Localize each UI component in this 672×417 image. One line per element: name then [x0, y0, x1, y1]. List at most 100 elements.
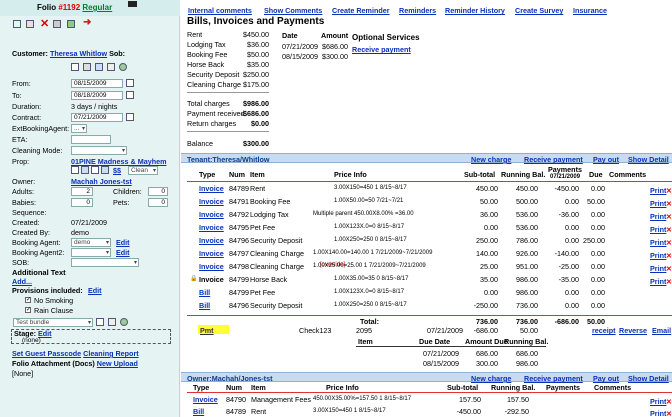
- print-icon[interactable]: [53, 20, 61, 28]
- globe-icon[interactable]: [119, 63, 127, 71]
- delete-icon[interactable]: ✕: [40, 17, 49, 30]
- delete-icon[interactable]: ✕: [666, 238, 672, 247]
- row-type-link[interactable]: Invoice: [199, 184, 224, 193]
- additional-add-link[interactable]: Add...: [12, 277, 32, 286]
- owner-link[interactable]: Machah Jones-tst: [71, 177, 132, 186]
- doc-icon[interactable]: [96, 318, 104, 326]
- sob-select[interactable]: [71, 258, 139, 267]
- owner-show-detail-link[interactable]: Show Detail: [628, 374, 669, 383]
- email-icon[interactable]: [108, 318, 116, 326]
- booking-agent-select[interactable]: demo: [71, 238, 111, 247]
- delete-icon[interactable]: ✕: [666, 212, 672, 221]
- from-input[interactable]: 08/15/2009: [71, 79, 123, 88]
- print-link[interactable]: Print: [650, 199, 666, 208]
- calendar-icon[interactable]: [126, 79, 134, 87]
- receive-payment-link[interactable]: Receive payment: [352, 45, 411, 54]
- booking-agent-edit-link[interactable]: Edit: [116, 238, 130, 247]
- delete-icon[interactable]: ✕: [666, 277, 672, 286]
- owner-row-type-link[interactable]: Bill: [193, 407, 204, 416]
- email-link[interactable]: Email: [652, 326, 671, 335]
- print-link[interactable]: Print: [650, 186, 666, 195]
- note-icon[interactable]: [107, 63, 115, 71]
- tenant-show-detail-link[interactable]: Show Detail: [628, 155, 669, 164]
- globe-icon[interactable]: [120, 318, 128, 326]
- row-type-link[interactable]: Invoice: [199, 210, 224, 219]
- print-link[interactable]: Print: [650, 212, 666, 221]
- contact-icon[interactable]: [95, 63, 103, 71]
- save-icon[interactable]: [67, 20, 75, 28]
- owner-receive-payment-link[interactable]: Receive payment: [524, 374, 583, 383]
- owner-new-charge-link[interactable]: New charge: [471, 374, 511, 383]
- adults-input[interactable]: 2: [71, 187, 93, 196]
- row-type-link[interactable]: Invoice: [199, 262, 224, 271]
- delete-icon[interactable]: ✕: [666, 251, 672, 260]
- doc-icon[interactable]: [71, 166, 79, 174]
- reverse-link[interactable]: Reverse: [619, 326, 647, 335]
- edit-icon[interactable]: [13, 20, 21, 28]
- children-input[interactable]: 0: [148, 187, 168, 196]
- tab-reminder-history[interactable]: Reminder History: [445, 6, 505, 15]
- tab-create-reminder[interactable]: Create Reminder: [332, 6, 390, 15]
- row-type-link[interactable]: Invoice: [199, 197, 224, 206]
- booking-agent2-edit-link[interactable]: Edit: [116, 248, 130, 257]
- rain-clause-checkbox[interactable]: ✓: [25, 307, 31, 313]
- image-icon[interactable]: [101, 166, 109, 174]
- customer-name-link[interactable]: Theresa Whitlow: [50, 49, 107, 58]
- row-type-link[interactable]: Bill: [199, 301, 210, 310]
- calendar-icon[interactable]: [126, 113, 134, 121]
- booking-agent2-select[interactable]: [71, 248, 111, 257]
- monitor-icon[interactable]: [128, 1, 137, 7]
- note-icon[interactable]: [91, 166, 99, 174]
- new-upload-link[interactable]: New Upload: [97, 359, 138, 368]
- contract-input[interactable]: 07/21/2009: [71, 113, 123, 122]
- print-link[interactable]: Print: [650, 397, 666, 406]
- row-type-link[interactable]: Bill: [199, 288, 210, 297]
- delete-icon[interactable]: ✕: [666, 199, 672, 208]
- price-link[interactable]: $$: [113, 166, 121, 175]
- calendar-icon[interactable]: [126, 91, 134, 99]
- row-type-link[interactable]: Invoice: [199, 236, 224, 245]
- print-link[interactable]: Print: [650, 225, 666, 234]
- delete-icon[interactable]: ✕: [666, 225, 672, 234]
- provisions-edit-link[interactable]: Edit: [88, 286, 102, 295]
- pets-input[interactable]: 0: [148, 198, 168, 207]
- print-link[interactable]: Print: [650, 238, 666, 247]
- babies-input[interactable]: 0: [71, 198, 93, 207]
- bundle-select[interactable]: Test bundle: [13, 318, 93, 327]
- set-passcode-link[interactable]: Set Guest Passcode: [12, 349, 81, 358]
- no-smoking-checkbox[interactable]: ✓: [25, 297, 31, 303]
- row-type-link[interactable]: Invoice: [199, 223, 224, 232]
- arrow-right-icon[interactable]: ➜: [83, 17, 91, 28]
- receipt-link[interactable]: receipt: [592, 326, 616, 335]
- ext-agent-select[interactable]: ...: [71, 124, 87, 133]
- delete-icon[interactable]: ✕: [666, 397, 672, 406]
- tab-insurance[interactable]: Insurance: [573, 6, 607, 15]
- tab-show-comments[interactable]: Show Comments: [264, 6, 322, 15]
- delete-icon[interactable]: ✕: [666, 186, 672, 195]
- print-link[interactable]: Print: [650, 277, 666, 286]
- copy-icon[interactable]: [26, 20, 34, 28]
- page-icon[interactable]: [83, 63, 91, 71]
- tenant-new-charge-link[interactable]: New charge: [471, 155, 511, 164]
- tab-reminders[interactable]: Reminders: [399, 6, 436, 15]
- pmt-link[interactable]: Pmt: [200, 326, 214, 335]
- tenant-pay-out-link[interactable]: Pay out: [593, 155, 619, 164]
- tab-create-survey[interactable]: Create Survey: [515, 6, 563, 15]
- owner-row-type-link[interactable]: Invoice: [193, 395, 218, 404]
- cleaning-mode-select[interactable]: [71, 146, 127, 155]
- cleaning-report-link[interactable]: Cleaning Report: [83, 349, 139, 358]
- clean-status-select[interactable]: Clean: [128, 166, 158, 175]
- print-link[interactable]: Print: [650, 251, 666, 260]
- tenant-receive-payment-link[interactable]: Receive payment: [524, 155, 583, 164]
- eta-input[interactable]: [71, 135, 111, 144]
- property-link[interactable]: 01PINE Madness & Mayhem: [71, 157, 166, 166]
- to-input[interactable]: 08/18/2009: [71, 91, 123, 100]
- delete-icon[interactable]: ✕: [666, 264, 672, 273]
- print-link[interactable]: Print: [650, 264, 666, 273]
- owner-pay-out-link[interactable]: Pay out: [593, 374, 619, 383]
- row-type-link[interactable]: Invoice: [199, 249, 224, 258]
- doc-icon[interactable]: [71, 63, 79, 71]
- contact-icon[interactable]: [81, 166, 89, 174]
- print-link[interactable]: Print: [650, 409, 666, 417]
- folio-status-link[interactable]: Regular: [82, 3, 112, 12]
